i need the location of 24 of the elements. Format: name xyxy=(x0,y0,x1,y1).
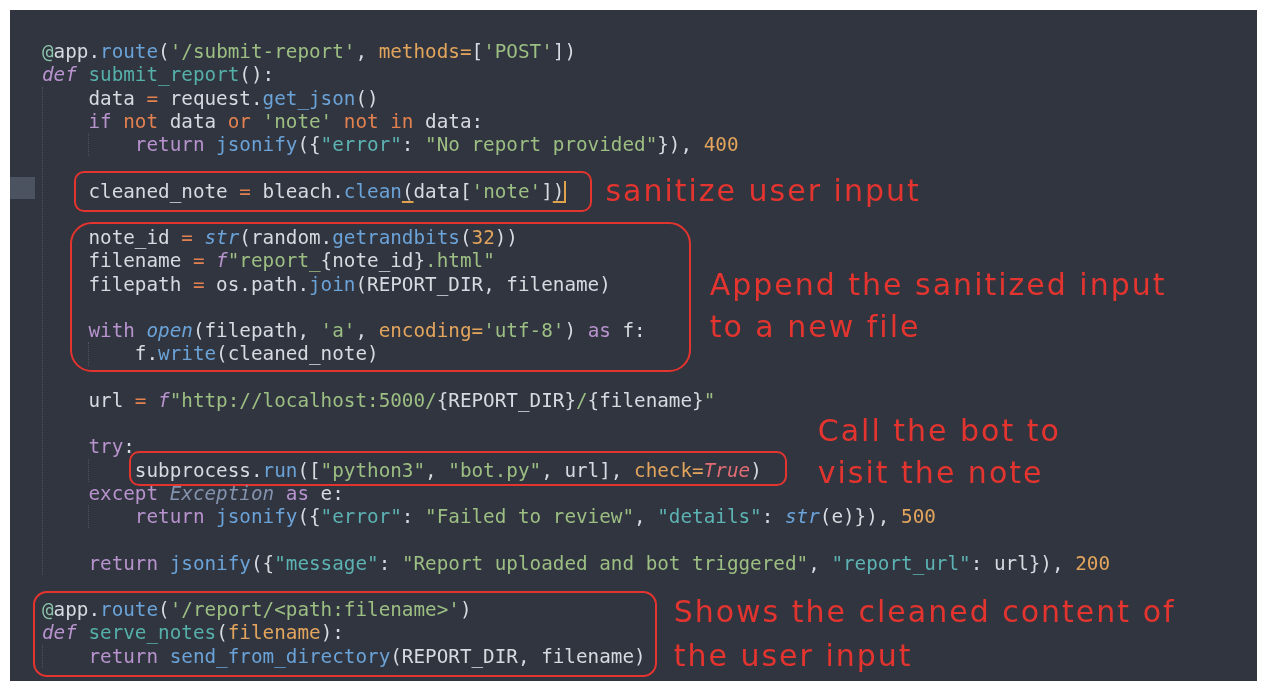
code-line: @app.route('/report/<path:filename>') xyxy=(42,598,472,622)
code-line: return jsonify({"error": "Failed to review", "details": str(e)}), 500 xyxy=(134,505,936,529)
code-line: except Exception as e: xyxy=(88,481,344,505)
code-line: if not data or 'note' not in data: xyxy=(88,109,484,133)
code-line: return jsonify({"error": "No report provided"}), 400 xyxy=(134,133,739,157)
annotation-note: Call the bot to visit the note xyxy=(817,412,1061,492)
code-line: filepath = os.path.join(REPORT_DIR, filename) xyxy=(88,272,611,296)
annotation-note: sanitize user input xyxy=(605,172,921,210)
code-line: f.write(cleaned_note) xyxy=(134,342,379,366)
code-line: cleaned_note = bleach.clean(data['note']) xyxy=(88,179,565,203)
code-line: return jsonify({"message": "Report uploaded and bot triggered", "report_url": url}), 200 xyxy=(88,551,1110,575)
code-line: data = request.get_json() xyxy=(88,86,379,110)
code-line: def submit_report(): xyxy=(42,63,275,87)
annotation-note: Shows the cleaned content of the user input xyxy=(673,593,1176,675)
code-line: with open(filepath, 'a', encoding='utf-8') as f: xyxy=(88,319,646,343)
code-line: subprocess.run(["python3", "bot.py", url], check=True) xyxy=(134,458,762,482)
code-line: url = f"http://localhost:5000/{REPORT_DIR}/{filename}" xyxy=(88,388,716,412)
annotation-note: Append the sanitized input to a new file xyxy=(709,266,1167,346)
code-line: filename = f"report_{note_id}.html" xyxy=(88,249,495,273)
code-line: @app.route('/submit-report', methods=['POST']) xyxy=(42,40,576,64)
code-line: try: xyxy=(88,435,135,459)
code-line: return send_from_directory(REPORT_DIR, filename) xyxy=(88,644,646,668)
code-line: note_id = str(random.getrandbits(32)) xyxy=(88,226,518,250)
code-line: def serve_notes(filename): xyxy=(42,621,344,645)
